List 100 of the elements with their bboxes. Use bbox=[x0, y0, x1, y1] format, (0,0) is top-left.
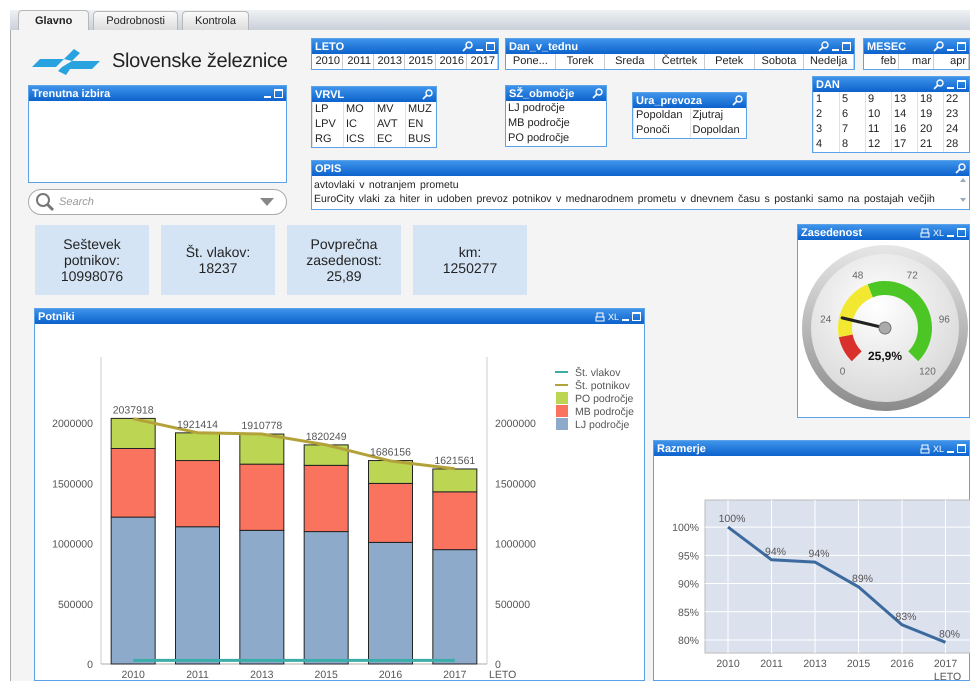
sheet-tab[interactable]: Podrobnosti bbox=[93, 11, 178, 30]
minimize-icon[interactable] bbox=[947, 86, 954, 88]
minimize-icon[interactable] bbox=[264, 96, 271, 98]
list-item[interactable]: Sreda bbox=[605, 54, 656, 69]
search-icon[interactable] bbox=[955, 163, 966, 174]
list-item[interactable]: MB področje bbox=[506, 116, 606, 131]
search-icon[interactable] bbox=[818, 41, 829, 52]
dropdown-icon[interactable] bbox=[259, 197, 275, 207]
list-item[interactable]: 1 bbox=[813, 92, 839, 107]
minimize-icon[interactable] bbox=[832, 48, 839, 50]
list-item[interactable]: BUS bbox=[405, 132, 436, 147]
list-item[interactable]: IC bbox=[343, 117, 374, 132]
list-item[interactable]: 2010 bbox=[312, 54, 343, 69]
list-item[interactable]: 2013 bbox=[374, 54, 405, 69]
list-item[interactable]: 10 bbox=[865, 107, 891, 122]
sheet-tab[interactable]: Kontrola bbox=[182, 11, 249, 30]
list-item[interactable]: 11 bbox=[865, 122, 891, 137]
list-item[interactable]: 23 bbox=[943, 107, 969, 122]
list-item[interactable]: Dopoldan bbox=[690, 123, 746, 138]
list-item[interactable]: LJ področje bbox=[506, 101, 606, 116]
list-item[interactable]: 2017 bbox=[467, 54, 498, 69]
list-item[interactable]: PO področje bbox=[506, 131, 606, 146]
list-item[interactable]: 28 bbox=[943, 137, 969, 152]
list-item[interactable]: ICS bbox=[343, 132, 374, 147]
list-item[interactable]: Sobota bbox=[754, 54, 804, 69]
search-icon[interactable] bbox=[933, 41, 944, 52]
list-item[interactable]: apr bbox=[934, 54, 969, 69]
list-item[interactable]: Pone... bbox=[506, 54, 556, 69]
description-line[interactable]: EuroCity vlaki za hiter in udoben prevoz potnikov v mednarodnem prometu v dnevnem času s postanki samo na postajah večjih bbox=[314, 192, 935, 206]
list-item[interactable]: 16 bbox=[891, 122, 917, 137]
excel-button[interactable]: XL bbox=[932, 228, 944, 238]
maximize-icon[interactable] bbox=[957, 444, 966, 453]
list-item[interactable]: 2016 bbox=[436, 54, 467, 69]
minimize-icon[interactable] bbox=[947, 234, 954, 236]
list-item[interactable]: 2011 bbox=[343, 54, 374, 69]
search-icon[interactable] bbox=[462, 41, 473, 52]
value-label: 100% bbox=[718, 513, 746, 526]
list-item[interactable]: feb bbox=[864, 54, 899, 69]
minimize-icon[interactable] bbox=[476, 48, 483, 50]
maximize-icon[interactable] bbox=[632, 312, 641, 321]
print-icon[interactable] bbox=[594, 312, 605, 322]
list-item[interactable]: 17 bbox=[891, 137, 917, 152]
maximize-icon[interactable] bbox=[842, 42, 851, 51]
list-item[interactable]: 4 bbox=[813, 137, 839, 152]
list-item[interactable]: 5 bbox=[839, 92, 865, 107]
minimize-icon[interactable] bbox=[947, 450, 954, 452]
list-item[interactable]: 13 bbox=[891, 92, 917, 107]
list-item[interactable]: 2 bbox=[813, 107, 839, 122]
list-item[interactable]: MV bbox=[374, 102, 405, 117]
minimize-icon[interactable] bbox=[947, 48, 954, 50]
list-item[interactable]: 20 bbox=[917, 122, 943, 137]
list-item[interactable]: 6 bbox=[839, 107, 865, 122]
list-item[interactable]: Nedelja bbox=[804, 54, 854, 69]
list-item[interactable]: RG bbox=[312, 132, 343, 147]
list-item[interactable]: MO bbox=[343, 102, 374, 117]
search-field[interactable]: Search bbox=[28, 189, 287, 215]
minimize-icon[interactable] bbox=[622, 318, 629, 320]
axis-label: 0 bbox=[87, 659, 93, 671]
list-item[interactable]: Petek bbox=[704, 54, 755, 69]
list-item[interactable]: LP bbox=[312, 102, 343, 117]
list-item[interactable]: 18 bbox=[917, 92, 943, 107]
list-item[interactable]: 21 bbox=[917, 137, 943, 152]
list-item[interactable]: Četrtek bbox=[655, 54, 705, 69]
list-item[interactable]: 7 bbox=[839, 122, 865, 137]
excel-button[interactable]: XL bbox=[932, 444, 944, 454]
list-item[interactable]: AVT bbox=[374, 117, 405, 132]
list-item[interactable]: MUZ bbox=[405, 102, 436, 117]
list-item[interactable]: mar bbox=[899, 54, 934, 69]
list-box-title: DAN bbox=[816, 78, 840, 90]
list-item[interactable]: 24 bbox=[943, 122, 969, 137]
sheet-tab[interactable]: Glavno bbox=[18, 10, 90, 30]
list-item[interactable]: 22 bbox=[943, 92, 969, 107]
description-line[interactable]: avtovlaki v notranjem prometu bbox=[314, 178, 935, 192]
list-item[interactable]: Zjutraj bbox=[690, 108, 746, 123]
maximize-icon[interactable] bbox=[486, 42, 495, 51]
list-item[interactable]: 19 bbox=[917, 107, 943, 122]
excel-button[interactable]: XL bbox=[608, 312, 619, 322]
list-item[interactable]: 9 bbox=[865, 92, 891, 107]
maximize-icon[interactable] bbox=[957, 228, 966, 237]
maximize-icon[interactable] bbox=[957, 42, 966, 51]
list-item[interactable]: LPV bbox=[312, 117, 343, 132]
list-item[interactable]: EC bbox=[374, 132, 405, 147]
list-item[interactable]: Popoldan bbox=[633, 108, 690, 123]
search-icon[interactable] bbox=[732, 95, 743, 106]
maximize-icon[interactable] bbox=[957, 80, 966, 89]
search-icon[interactable] bbox=[422, 89, 433, 100]
list-item[interactable]: EN bbox=[405, 117, 436, 132]
list-item[interactable]: 3 bbox=[813, 122, 839, 137]
list-box-title: Dan_v_tednu bbox=[509, 40, 578, 52]
list-item[interactable]: 8 bbox=[839, 137, 865, 152]
list-item[interactable]: Ponoči bbox=[633, 123, 690, 138]
maximize-icon[interactable] bbox=[274, 89, 283, 98]
list-item[interactable]: 2015 bbox=[405, 54, 436, 69]
search-icon[interactable] bbox=[592, 88, 603, 99]
print-icon[interactable] bbox=[920, 444, 930, 454]
search-icon[interactable] bbox=[933, 79, 944, 90]
list-item[interactable]: Torek bbox=[556, 54, 606, 69]
list-item[interactable]: 14 bbox=[891, 107, 917, 122]
print-icon[interactable] bbox=[920, 228, 930, 238]
list-item[interactable]: 12 bbox=[865, 137, 891, 152]
